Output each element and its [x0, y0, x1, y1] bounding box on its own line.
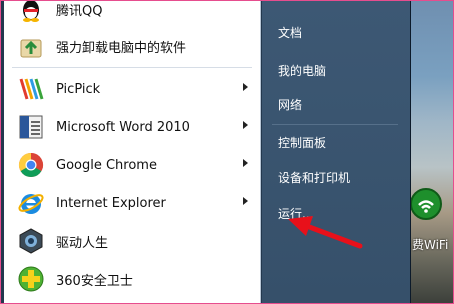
submenu-arrow-icon[interactable] — [243, 197, 248, 205]
program-label: 360安全卫士 — [56, 273, 133, 289]
360-security-icon — [16, 264, 46, 294]
program-item-picpick[interactable]: PicPick — [4, 70, 260, 108]
wifi-desktop-label[interactable]: 费WiFi — [412, 236, 448, 253]
picpick-icon — [16, 74, 46, 104]
start-menu: 腾讯QQ 强力卸载电脑中的软件 PicPick Microsoft Word 2… — [0, 0, 411, 304]
desktop-background — [410, 0, 454, 304]
program-item-word[interactable]: Microsoft Word 2010 — [4, 108, 260, 146]
place-item-network[interactable]: 网络 — [278, 96, 302, 113]
separator — [272, 124, 398, 125]
wifi-app-icon[interactable] — [410, 188, 442, 220]
submenu-arrow-icon[interactable] — [243, 121, 248, 129]
program-label: 驱动人生 — [56, 235, 109, 251]
programs-pane: 腾讯QQ 强力卸载电脑中的软件 PicPick Microsoft Word 2… — [4, 0, 261, 304]
places-pane: 文档 我的电脑 网络 控制面板 设备和打印机 运行... — [262, 0, 410, 304]
place-item-my-computer[interactable]: 我的电脑 — [278, 62, 326, 79]
program-label: Microsoft Word 2010 — [56, 119, 190, 135]
program-item-internet-explorer[interactable]: Internet Explorer — [4, 184, 260, 222]
place-item-documents[interactable]: 文档 — [278, 24, 302, 41]
chrome-icon — [16, 150, 46, 180]
place-item-control-panel[interactable]: 控制面板 — [278, 134, 326, 151]
program-label: 腾讯QQ — [56, 3, 103, 19]
program-label: Internet Explorer — [56, 195, 166, 211]
qq-penguin-icon — [16, 0, 46, 24]
program-item-uninstall[interactable]: 强力卸载电脑中的软件 — [4, 27, 260, 65]
program-item-qq[interactable]: 腾讯QQ — [4, 0, 260, 28]
submenu-arrow-icon[interactable] — [243, 83, 248, 91]
program-label: PicPick — [56, 81, 101, 97]
driver-life-icon — [16, 226, 46, 256]
place-item-devices-printers[interactable]: 设备和打印机 — [278, 169, 350, 186]
program-item-360-security[interactable]: 360安全卫士 — [4, 260, 260, 298]
place-item-run[interactable]: 运行... — [278, 205, 313, 222]
word-document-icon — [16, 112, 46, 142]
program-item-driver-life[interactable]: 驱动人生 — [4, 222, 260, 260]
program-label: Google Chrome — [56, 157, 157, 173]
program-item-chrome[interactable]: Google Chrome — [4, 146, 260, 184]
internet-explorer-icon — [16, 188, 46, 218]
submenu-arrow-icon[interactable] — [243, 159, 248, 167]
uninstall-box-icon — [16, 31, 46, 61]
program-label: 强力卸载电脑中的软件 — [56, 40, 187, 56]
separator — [12, 67, 252, 68]
